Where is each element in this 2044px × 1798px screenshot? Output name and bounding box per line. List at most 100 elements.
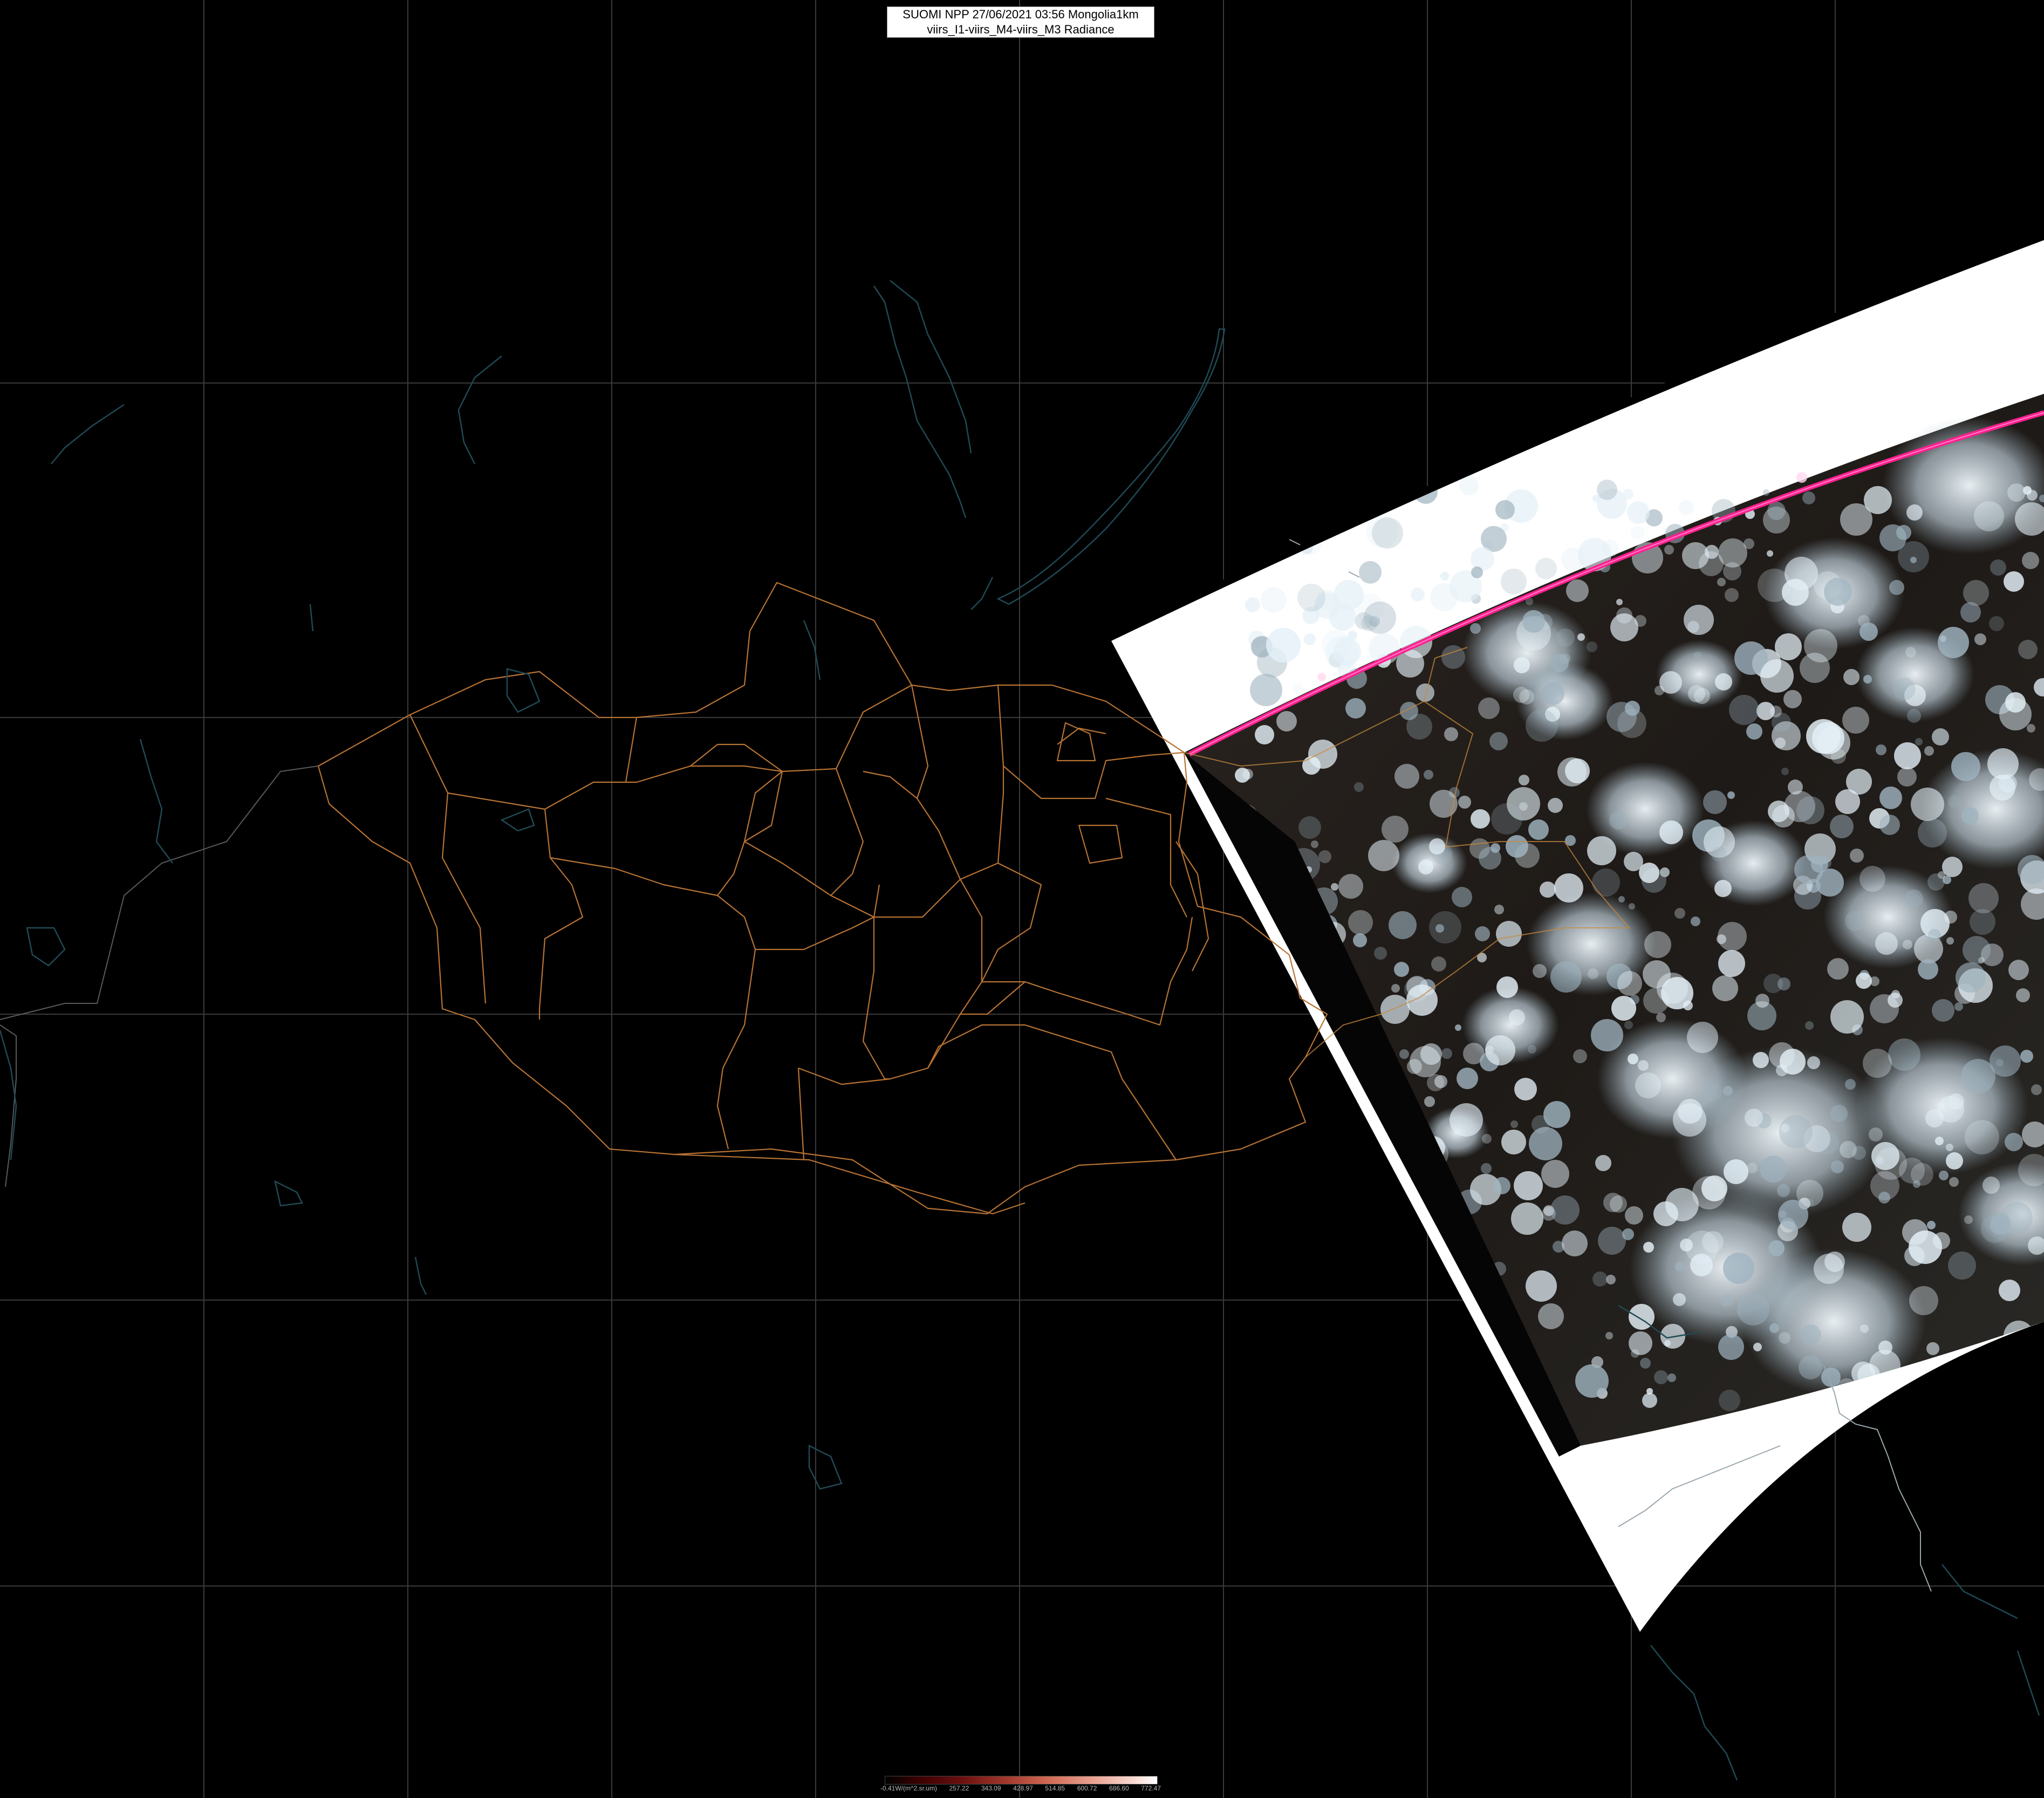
cloud-speck (1755, 994, 1769, 1008)
cloud-speck (1643, 1242, 1654, 1253)
cloud-speck (1990, 559, 2006, 576)
cloud-speck (1925, 1109, 1944, 1127)
cloud-speck (1888, 1038, 1920, 1071)
cloud-speck (1723, 1086, 1733, 1096)
cloud-speck (1592, 1271, 1608, 1287)
cloud-speck (1495, 500, 1515, 519)
cloud-speck (1737, 1293, 1769, 1325)
cloud-speck (1724, 1159, 1748, 1184)
cloud-speck (1359, 561, 1382, 584)
cloud-speck (1245, 597, 1260, 612)
cloud-speck (1856, 973, 1872, 989)
cloud-speck (1440, 572, 1449, 580)
cloud-speck (1788, 780, 1803, 795)
cloud-speck (1297, 584, 1325, 612)
cloud-speck (1830, 1000, 1864, 1034)
cloud-speck (1511, 1202, 1543, 1235)
cloud-speck (1496, 976, 1518, 998)
cloud-speck (1948, 795, 1961, 808)
cloud-speck (1338, 874, 1363, 899)
cloud-speck (1364, 601, 1396, 634)
cloud-speck (1591, 1019, 1623, 1051)
legend-color-bar (885, 1776, 1158, 1785)
cloud-speck (1769, 1042, 1795, 1068)
cloud-speck (1374, 947, 1387, 960)
cloud-speck (1806, 1199, 1814, 1206)
cloud-speck (1939, 1171, 1949, 1180)
cloud-speck (1496, 921, 1522, 947)
cloud-speck (1727, 791, 1735, 799)
cloud-speck (1850, 849, 1864, 863)
cloud-speck (1963, 936, 1991, 964)
cloud-speck (1459, 476, 1479, 495)
cloud-speck (1719, 1390, 1740, 1411)
cloud-speck (1382, 816, 1409, 843)
cloud-speck (1331, 883, 1338, 891)
cloud-speck (1935, 1137, 1944, 1145)
cloud-speck (1827, 958, 1849, 980)
cloud-speck (1794, 855, 1823, 884)
cloud-speck (1896, 525, 1911, 540)
cloud-speck (1276, 711, 1297, 731)
cloud-speck (1779, 1332, 1790, 1344)
cloud-speck (1548, 798, 1563, 813)
cloud-speck (1556, 628, 1575, 647)
cloud-speck (1444, 727, 1458, 741)
cloud-speck (1609, 811, 1628, 830)
cloud-speck (1712, 975, 1738, 1001)
cloud-speck (1860, 623, 1878, 641)
legend-label: 428.97 (1013, 1785, 1033, 1792)
cloud-speck (1638, 1060, 1649, 1071)
cloud-speck (1830, 1105, 1848, 1122)
cloud-speck (1775, 633, 1802, 660)
cloud-speck (1526, 709, 1558, 742)
cloud-speck (1831, 1160, 1844, 1173)
cloud-speck (1909, 1286, 1938, 1315)
cloud-speck (1575, 1364, 1609, 1398)
cloud-speck (1989, 616, 2004, 631)
cloud-speck (1501, 1130, 1526, 1154)
cloud-speck (1635, 1072, 1661, 1098)
cloud-speck (1535, 558, 1557, 579)
cloud-speck (1293, 683, 1303, 694)
cloud-speck (1702, 1231, 1724, 1253)
cloud-speck (1893, 678, 1916, 700)
cloud-speck (1304, 633, 1316, 645)
cloud-speck (2008, 960, 2029, 980)
cloud-speck (1894, 742, 1921, 769)
cloud-speck (1656, 1013, 1666, 1022)
cloud-speck (1654, 1370, 1668, 1384)
cloud-speck (1777, 1184, 1790, 1197)
cloud-speck (1631, 1349, 1639, 1358)
cloud-speck (1519, 775, 1529, 785)
cloud-speck (1744, 538, 1754, 549)
cloud-speck (1345, 698, 1366, 719)
cloud-speck (1616, 599, 1623, 605)
cloud-speck (1624, 1021, 1633, 1029)
cloud-speck (1471, 547, 1494, 571)
cloud-speck (1406, 714, 1432, 740)
cloud-speck (1629, 903, 1635, 910)
title-line-1: SUOMI NPP 27/06/2021 03:56 Mongolia1km (903, 8, 1139, 21)
cloud-speck (1909, 1230, 1942, 1264)
cloud-speck (1399, 1049, 1409, 1059)
cloud-speck (1801, 1324, 1821, 1345)
satellite-map[interactable] (0, 0, 2044, 1798)
cloud-speck (1705, 545, 1719, 559)
cloud-speck (1928, 929, 1941, 942)
cloud-speck (1729, 695, 1759, 725)
cloud-speck (1911, 788, 1944, 821)
cloud-speck (1879, 815, 1900, 835)
cloud-speck (1479, 847, 1501, 870)
cloud-speck (1673, 1293, 1686, 1306)
cloud-speck (1450, 1103, 1483, 1137)
cloud-speck (1840, 1141, 1857, 1158)
cloud-speck (1501, 569, 1527, 594)
cloud-speck (2005, 1133, 2023, 1151)
legend-label: 772.47 (1141, 1785, 1161, 1792)
cloud-speck (1718, 538, 1747, 568)
cloud-speck (1380, 995, 1410, 1024)
cloud-speck (1968, 883, 1999, 913)
cloud-speck (1602, 539, 1619, 557)
cloud-speck (1725, 588, 1739, 602)
